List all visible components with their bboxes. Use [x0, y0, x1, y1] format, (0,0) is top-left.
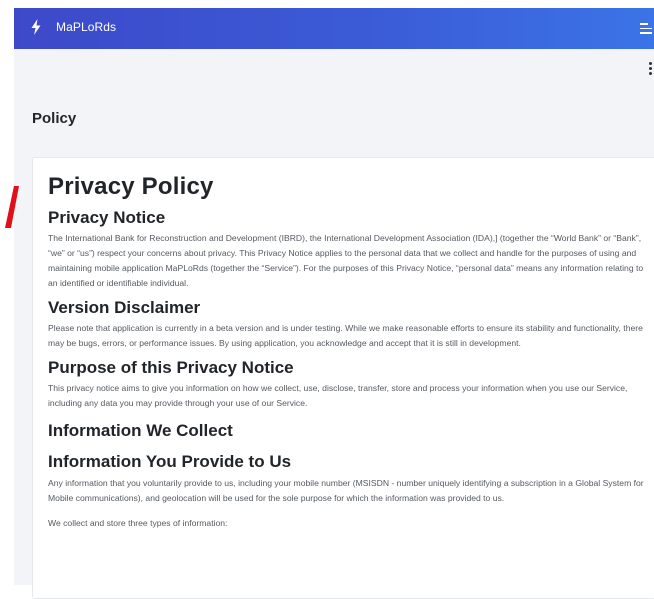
section-paragraph: Any information that you voluntarily pro…	[48, 478, 644, 503]
section-paragraph: We collect and store three types of info…	[48, 518, 228, 528]
section-heading-privacy-notice: Privacy Notice	[48, 208, 166, 227]
section-paragraph: Please note that application is currentl…	[48, 323, 643, 348]
page-title: Policy	[32, 110, 77, 127]
section-heading-version-disclaimer: Version Disclaimer	[48, 298, 201, 317]
app-header: MaPLoRds	[14, 8, 654, 49]
section-heading-purpose: Purpose of this Privacy Notice	[48, 358, 294, 377]
section-paragraph: The International Bank for Reconstructio…	[48, 233, 644, 288]
app-title: MaPLoRds	[56, 20, 117, 34]
policy-heading: Privacy Policy	[48, 173, 214, 200]
hamburger-menu-icon[interactable]	[640, 23, 652, 34]
red-stroke-mark	[5, 186, 19, 228]
vertical-dots-icon[interactable]	[649, 62, 653, 78]
lightning-bolt-icon	[31, 19, 41, 35]
section-paragraph: This privacy notice aims to give you inf…	[48, 383, 628, 408]
section-heading-information-we-collect: Information We Collect	[48, 421, 233, 440]
section-heading-information-you-provide: Information You Provide to Us	[48, 452, 292, 471]
policy-document: Privacy Policy Privacy Notice The Intern…	[48, 170, 648, 531]
